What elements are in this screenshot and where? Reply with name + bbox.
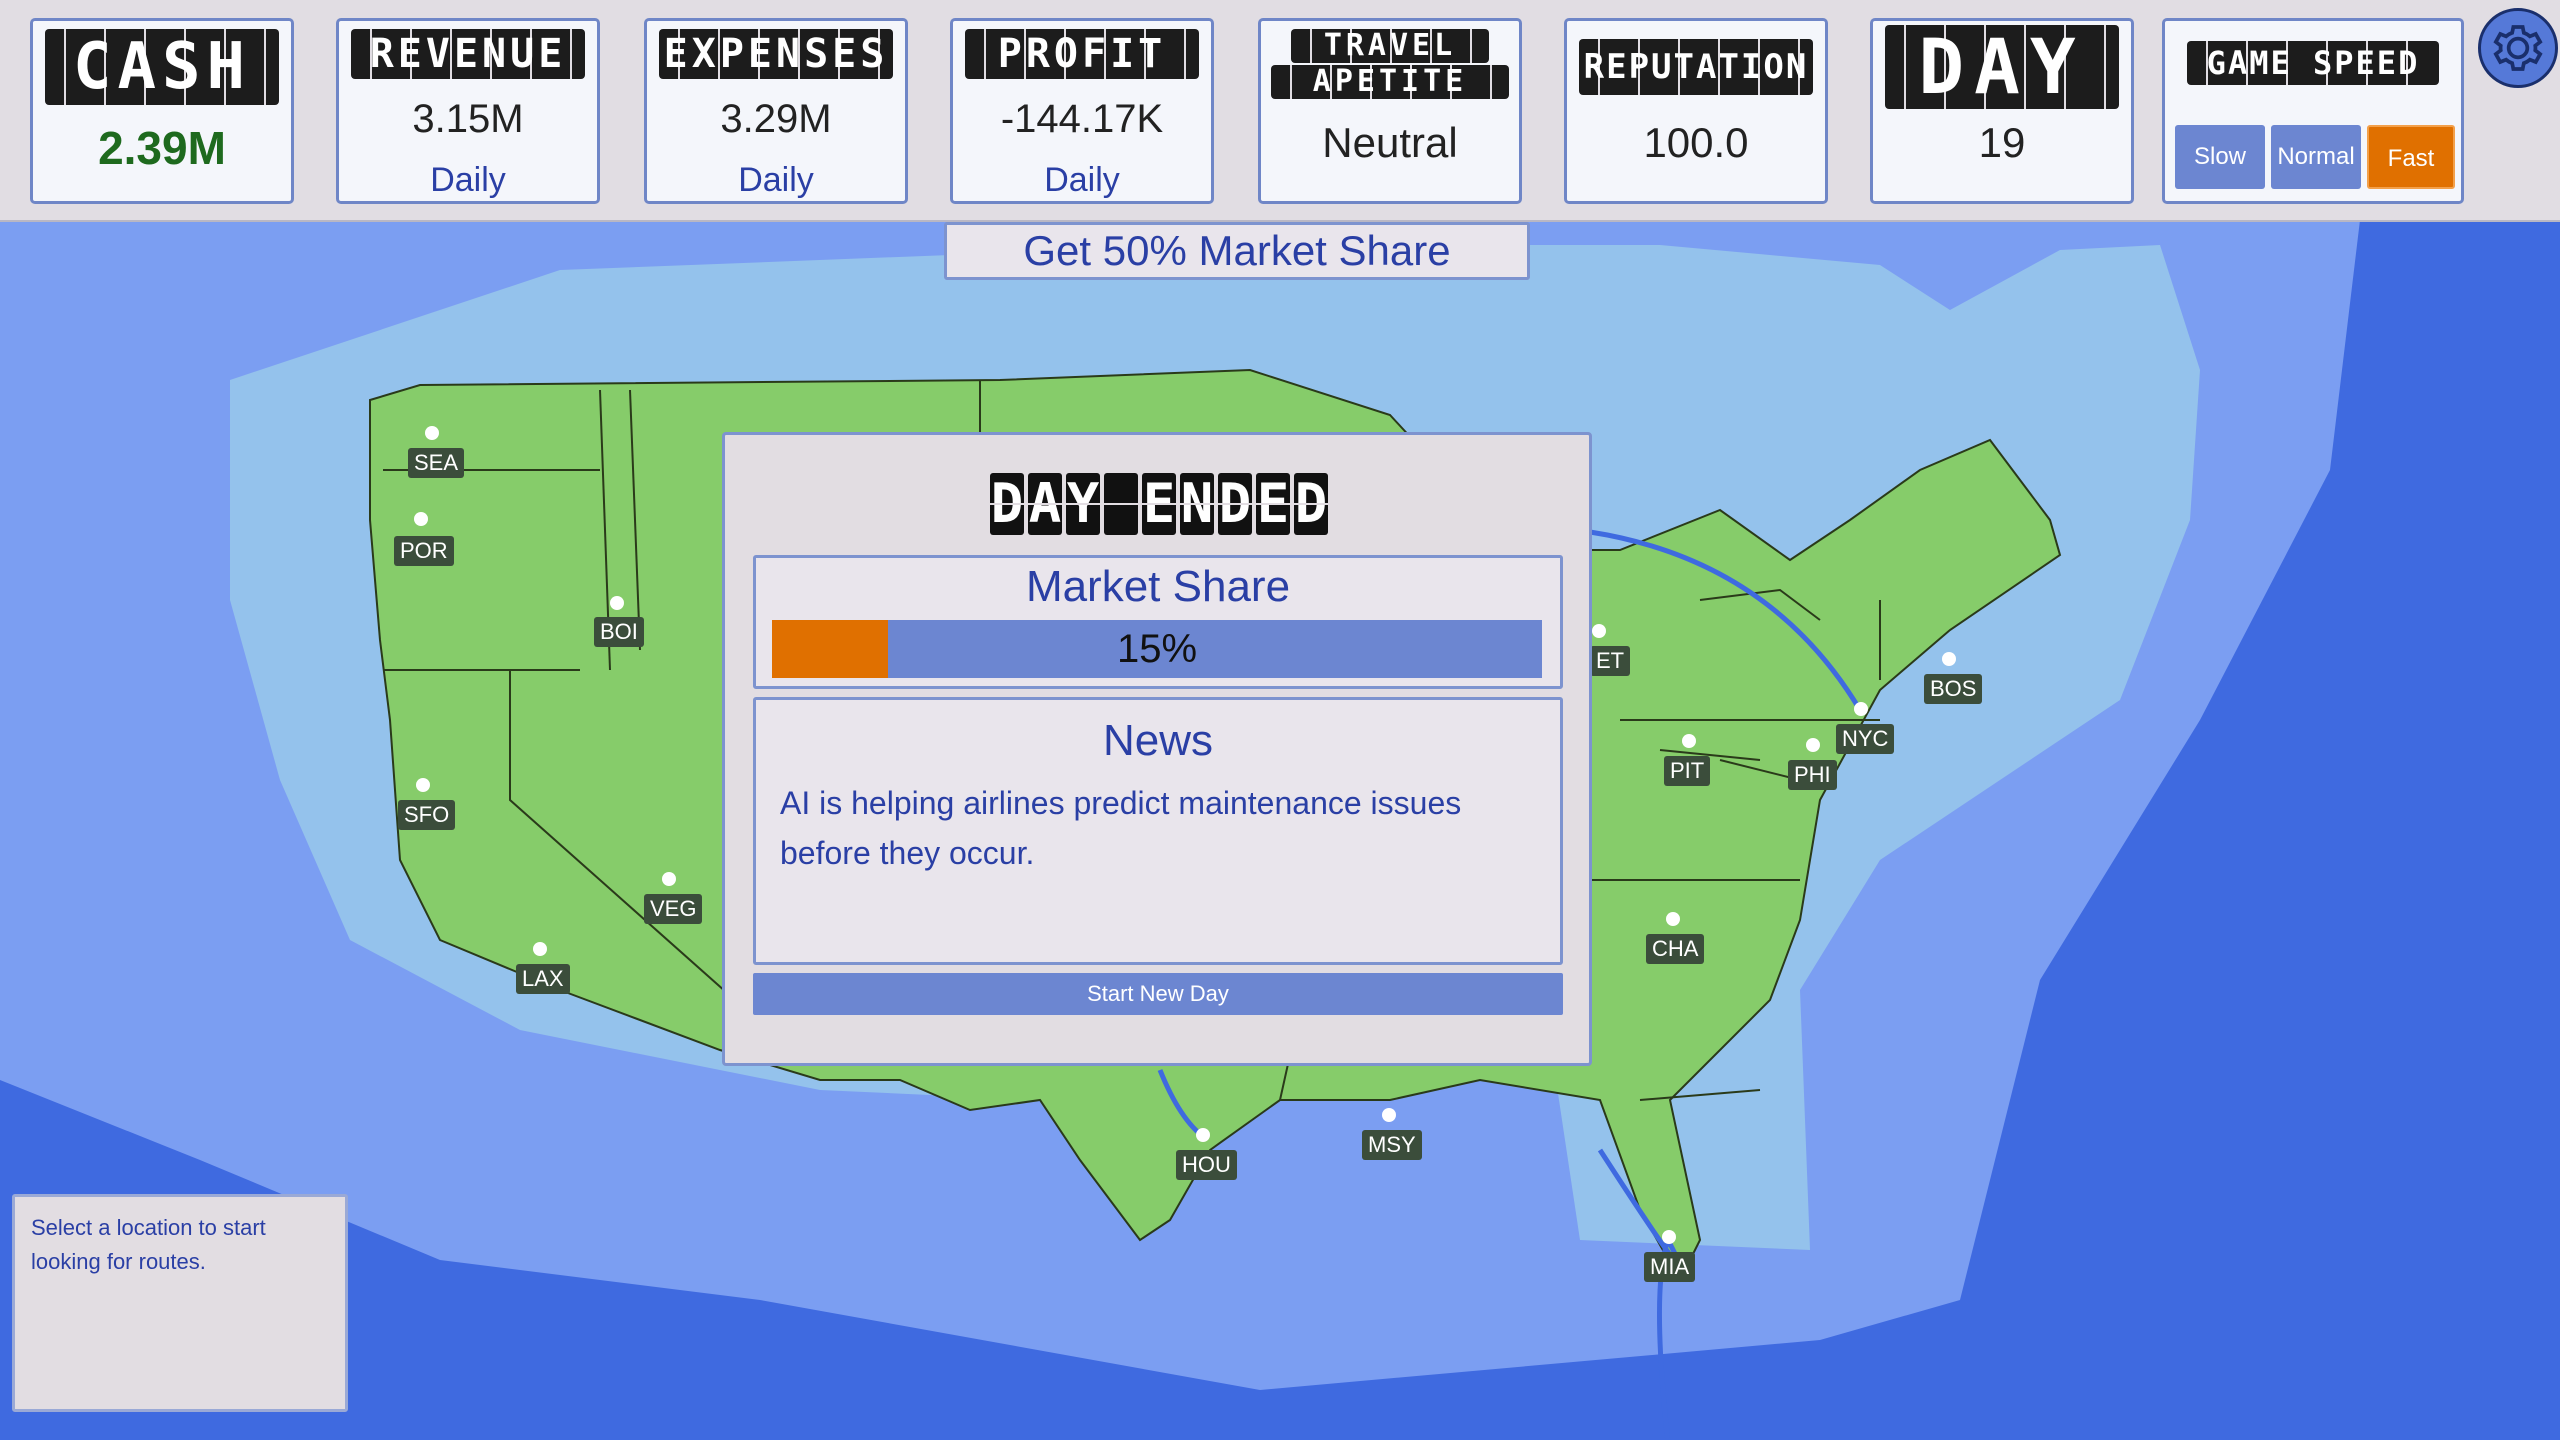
city-dot-sea[interactable] [425,426,439,440]
revenue-value: 3.15M [412,97,524,141]
city-label-hou[interactable]: HOU [1176,1150,1237,1180]
profit-panel: PROFIT -144.17K Daily [950,18,1214,204]
revenue-title: REVENUE [351,29,585,79]
speed-slow-button[interactable]: Slow [2175,125,2265,189]
goal-banner: Get 50% Market Share [944,222,1530,280]
travel-appetite-panel: TRAVEL APETITE Neutral [1258,18,1522,204]
city-dot-bos[interactable] [1942,652,1956,666]
speed-normal-button[interactable]: Normal [2271,125,2361,189]
travel-title-line2: APETITE [1271,65,1509,99]
hint-box: Select a location to start looking for r… [12,1194,348,1412]
revenue-panel: REVENUE 3.15M Daily [336,18,600,204]
day-title: DAY [1885,25,2119,109]
city-label-phi[interactable]: PHI [1788,760,1837,790]
city-label-sfo[interactable]: SFO [398,800,456,830]
title-flap-char [1104,473,1138,535]
city-dot-cha[interactable] [1666,912,1680,926]
city-label-lax[interactable]: LAX [516,964,570,994]
top-stats-bar: CASH 2.39M REVENUE 3.15M Daily EXPENSES … [0,0,2560,222]
reputation-title: REPUTATION [1579,39,1813,95]
settings-button[interactable] [2478,8,2558,88]
news-panel: News AI is helping airlines predict main… [753,697,1563,965]
speed-fast-button[interactable]: Fast [2367,125,2455,189]
reputation-value: 100.0 [1643,119,1749,166]
travel-title-line1: TRAVEL [1291,29,1489,63]
game-speed-panel: GAME SPEED Slow Normal Fast [2162,18,2464,204]
title-flap-char: D [1218,472,1252,535]
title-flap-char: D [1294,472,1328,535]
cash-title: CASH [45,29,279,105]
city-dot-sfo[interactable] [416,778,430,792]
reputation-panel: REPUTATION 100.0 [1564,18,1828,204]
city-dot-hou[interactable] [1196,1128,1210,1142]
news-text: AI is helping airlines predict maintenan… [780,785,1462,871]
city-label-det[interactable]: ET [1590,646,1631,676]
market-share-panel: Market Share 15% [753,555,1563,689]
title-flap-char: Y [1066,472,1100,535]
title-flap-char: N [1180,472,1214,535]
day-value: 19 [1978,119,2026,166]
start-new-day-button[interactable]: Start New Day [753,973,1563,1015]
title-flap-char: D [990,472,1024,535]
title-flap-char: A [1028,472,1062,535]
news-title: News [1102,716,1214,765]
city-label-mia[interactable]: MIA [1644,1252,1696,1282]
city-label-msy[interactable]: MSY [1362,1130,1422,1160]
day-panel: DAY 19 [1870,18,2134,204]
game-speed-title: GAME SPEED [2187,41,2439,85]
cash-value: 2.39M [98,122,226,174]
expenses-title: EXPENSES [659,29,893,79]
market-share-percent: 15% [1116,627,1198,671]
expenses-value: 3.29M [720,97,832,141]
revenue-period: Daily [430,161,506,199]
city-dot-mia[interactable] [1662,1230,1676,1244]
city-label-veg[interactable]: VEG [644,894,703,924]
city-dot-nyc[interactable] [1854,702,1868,716]
city-dot-por[interactable] [414,512,428,526]
city-dot-pit[interactable] [1682,734,1696,748]
gear-icon [2493,25,2543,71]
city-label-sea[interactable]: SEA [408,448,465,478]
profit-value: -144.17K [1000,97,1164,141]
title-flap-char: E [1256,472,1290,535]
city-dot-phi[interactable] [1806,738,1820,752]
title-flap-char: E [1142,472,1176,535]
day-ended-title: DAY ENDED [973,473,1345,543]
profit-title: PROFIT [965,29,1199,79]
city-dot-lax[interactable] [533,942,547,956]
market-share-title: Market Share [1025,562,1291,611]
expenses-period: Daily [738,161,814,199]
cash-panel: CASH 2.39M [30,18,294,204]
city-label-por[interactable]: POR [394,536,454,566]
day-ended-dialog: DAY ENDED Market Share 15% News AI is he… [722,432,1592,1066]
city-label-pit[interactable]: PIT [1664,756,1711,786]
profit-period: Daily [1044,161,1120,199]
city-dot-msy[interactable] [1382,1108,1396,1122]
city-label-nyc[interactable]: NYC [1836,724,1895,754]
travel-appetite-value: Neutral [1322,119,1458,166]
city-label-boi[interactable]: BOI [594,617,644,647]
city-dot-boi[interactable] [610,596,624,610]
city-label-cha[interactable]: CHA [1646,934,1705,964]
market-share-progress-bar: 15% [772,620,1542,678]
expenses-panel: EXPENSES 3.29M Daily [644,18,908,204]
city-label-bos[interactable]: BOS [1924,674,1983,704]
city-dot-veg[interactable] [662,872,676,886]
city-dot-det[interactable] [1592,624,1606,638]
